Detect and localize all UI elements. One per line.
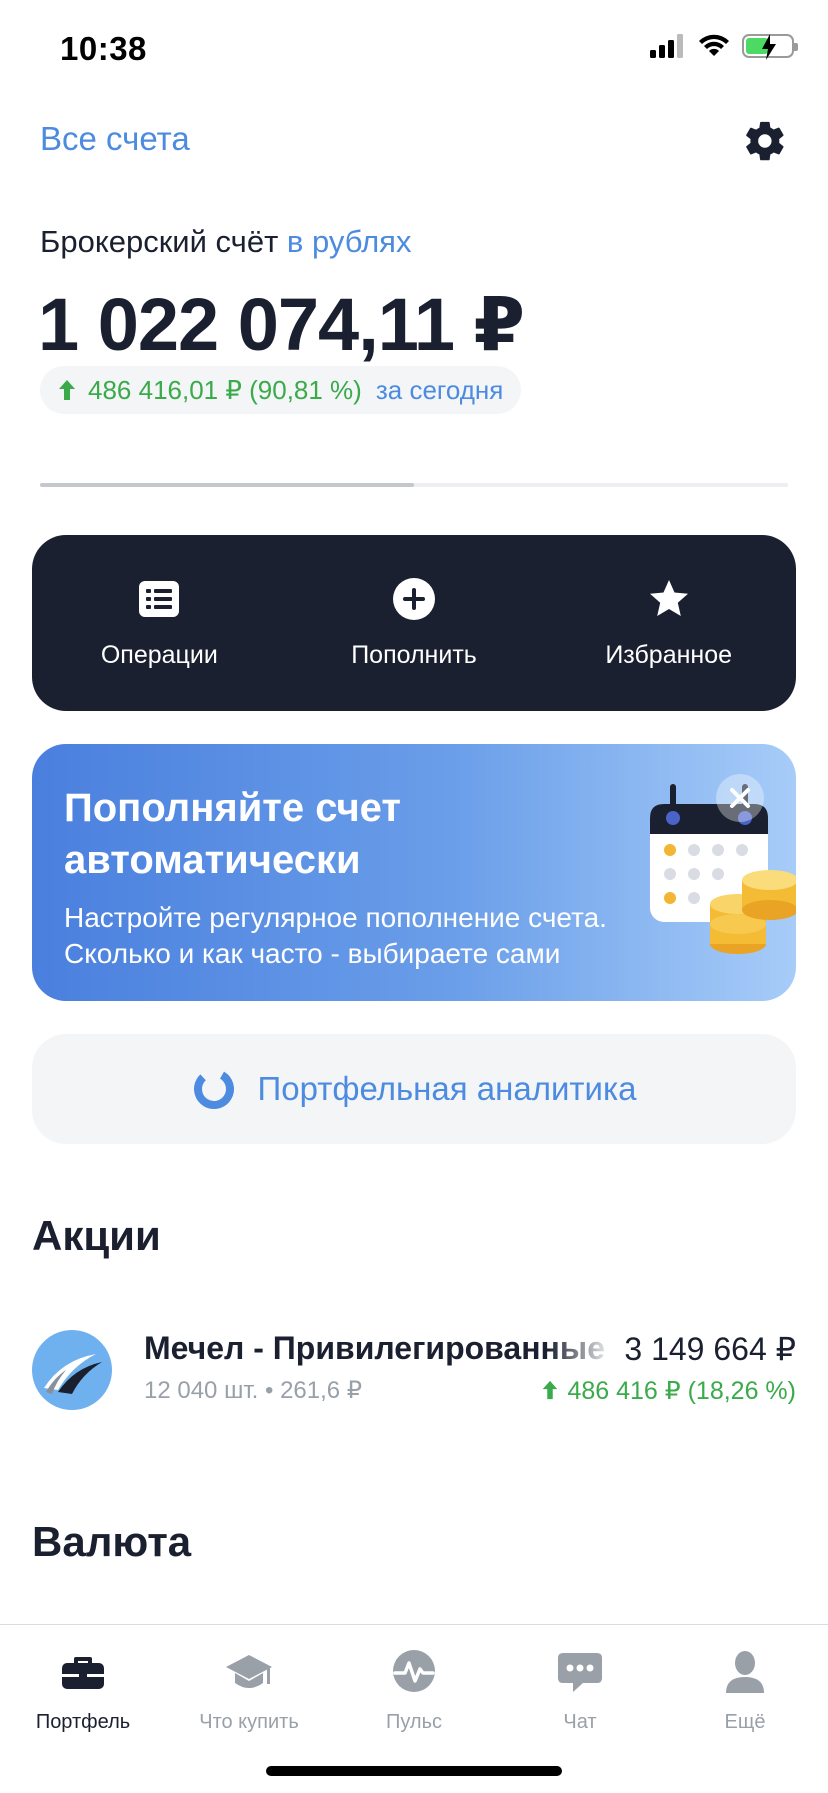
battery-icon — [742, 34, 798, 60]
pulse-icon — [393, 1650, 435, 1692]
tab-chat-label: Чат — [563, 1711, 597, 1733]
quick-actions-card: Операции Пополнить Избранное — [32, 535, 796, 711]
all-accounts-link[interactable]: Все счета — [40, 120, 190, 158]
operations-button[interactable]: Операции — [32, 535, 287, 711]
person-icon — [726, 1651, 764, 1693]
account-type: Брокерский счёт — [40, 224, 279, 259]
mechel-logo-icon — [32, 1330, 112, 1410]
top-up-button[interactable]: Пополнить — [287, 535, 542, 711]
stock-change-value: 486 416 ₽ (18,26 %) — [567, 1377, 796, 1405]
graduation-cap-icon — [226, 1655, 272, 1688]
tab-what-to-buy-label: Что купить — [199, 1711, 299, 1733]
plus-circle-icon — [393, 578, 435, 620]
status-icons — [650, 34, 798, 60]
tab-what-to-buy[interactable]: Что купить — [166, 1647, 332, 1734]
favorites-button[interactable]: Избранное — [541, 535, 796, 711]
favorites-label: Избранное — [605, 641, 733, 669]
auto-topup-banner[interactable]: Пополняйте счет автоматически Настройте … — [32, 744, 796, 1001]
tab-pulse-label: Пульс — [385, 1711, 443, 1733]
stock-change: 486 416 ₽ (18,26 %) — [540, 1376, 796, 1406]
stocks-section-title: Акции — [32, 1212, 161, 1259]
account-balance: 1 022 074,11 ₽ — [38, 283, 525, 366]
tab-portfolio[interactable]: Портфель — [0, 1647, 166, 1734]
account-title: Брокерский счёт в рублях — [40, 224, 411, 260]
cellular-signal-icon — [650, 34, 683, 58]
wifi-icon — [699, 34, 729, 56]
status-time: 10:38 — [60, 30, 147, 67]
briefcase-icon — [62, 1657, 104, 1689]
daily-change-value: 486 416,01 ₽ (90,81 %) — [88, 374, 362, 405]
gear-icon[interactable] — [742, 118, 788, 164]
portfolio-analytics-label: Портфельная аналитика — [257, 1070, 637, 1107]
promo-text: Настройте регулярное пополнение счета. С… — [64, 902, 607, 969]
stock-name: Мечел - Привилегированные — [144, 1330, 605, 1366]
list-icon — [139, 581, 180, 617]
stock-value: 3 149 664 ₽ — [624, 1331, 796, 1367]
portfolio-analytics-button[interactable]: Портфельная аналитика — [32, 1034, 796, 1144]
home-indicator[interactable] — [266, 1766, 562, 1776]
top-up-label: Пополнить — [351, 641, 477, 669]
tab-chat[interactable]: Чат — [497, 1647, 663, 1734]
arrow-up-icon — [543, 1380, 558, 1400]
currency-link[interactable]: в рублях — [287, 224, 412, 259]
operations-label: Операции — [100, 641, 218, 669]
arrow-up-icon — [59, 380, 75, 400]
stock-row[interactable]: Мечел - Привилегированные 12 040 шт. • 2… — [32, 1330, 796, 1412]
tab-more-label: Ещё — [724, 1711, 766, 1733]
tab-portfolio-label: Портфель — [35, 1711, 131, 1733]
stock-quantity-price: 12 040 шт. • 261,6 ₽ — [144, 1377, 363, 1404]
tab-pulse[interactable]: Пульс — [331, 1647, 497, 1734]
change-period[interactable]: за сегодня — [376, 375, 503, 406]
promo-title: Пополняйте счет автоматически — [64, 786, 401, 882]
currency-section-title: Валюта — [32, 1518, 192, 1565]
carousel-progress — [40, 483, 414, 487]
star-icon — [649, 580, 688, 616]
close-icon — [730, 788, 750, 808]
daily-change-pill[interactable]: 486 416,01 ₽ (90,81 %) за сегодня — [40, 366, 522, 414]
close-banner-button[interactable] — [716, 774, 764, 822]
donut-chart-icon — [193, 1069, 234, 1109]
chat-icon — [558, 1653, 602, 1692]
tab-more[interactable]: Ещё — [662, 1647, 828, 1734]
